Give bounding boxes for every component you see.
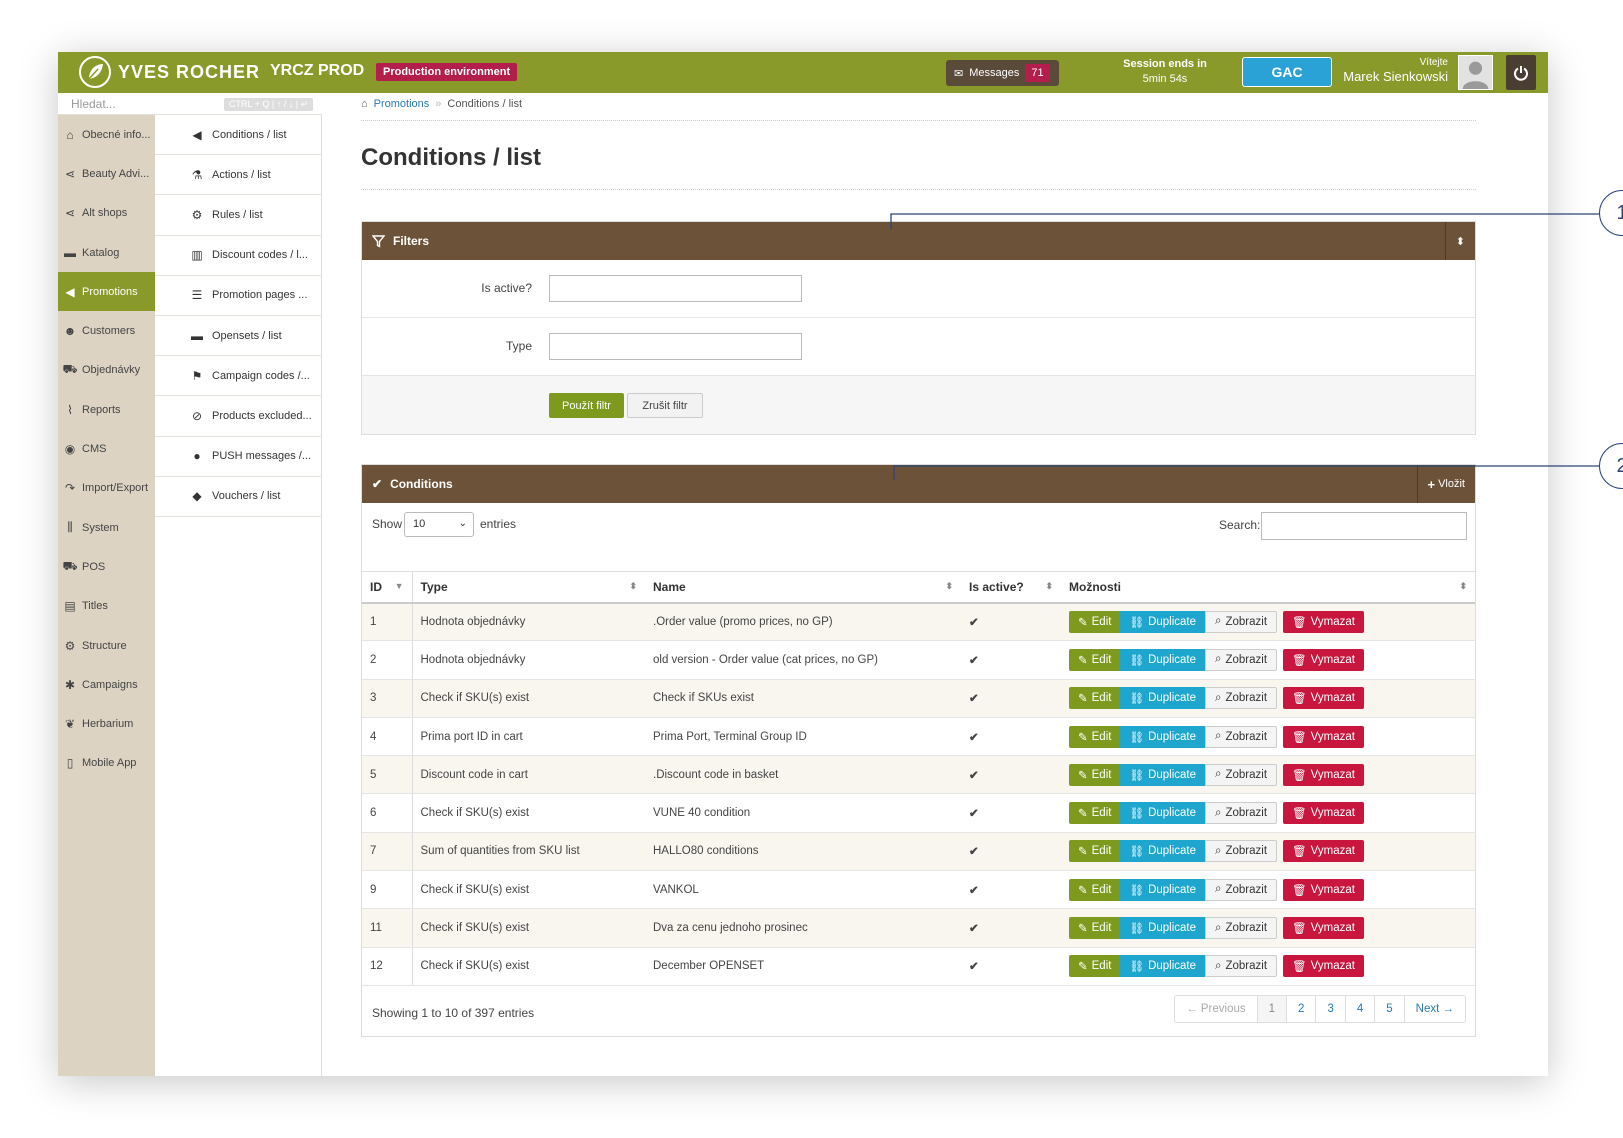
callout-lines	[890, 213, 1599, 480]
